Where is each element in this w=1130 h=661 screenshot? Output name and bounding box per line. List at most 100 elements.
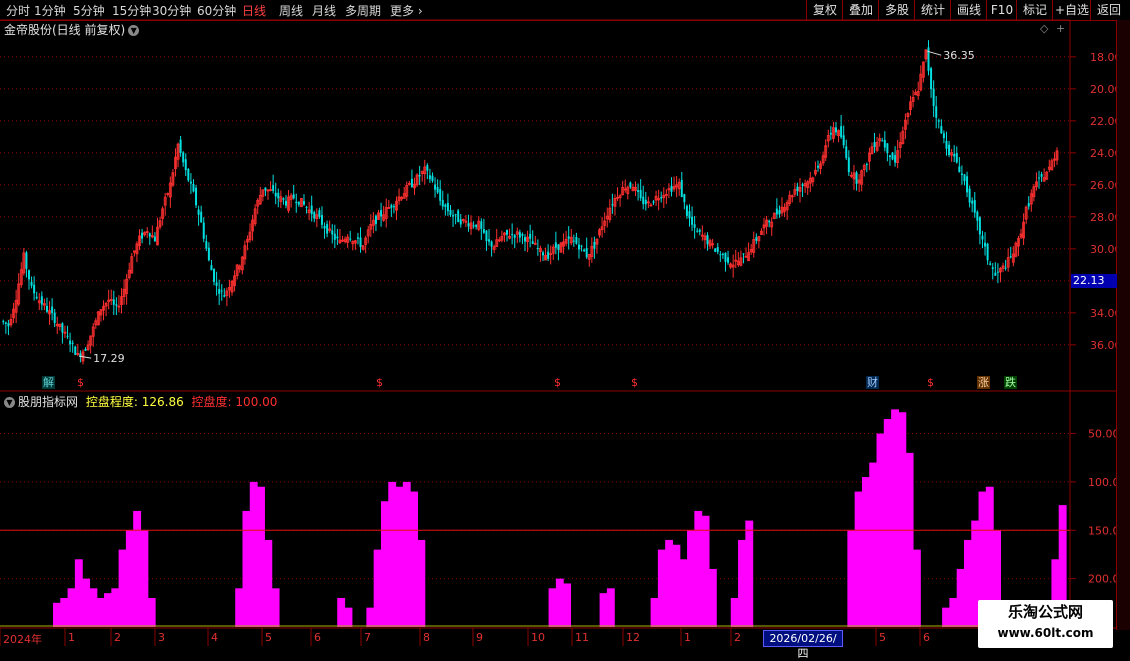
candle-body-down — [454, 214, 457, 216]
candle-body-down — [865, 164, 868, 166]
chart-canvas[interactable]: 36.0034.0032.0030.0028.0026.0024.0022.00… — [0, 0, 1130, 650]
candle-body-down — [894, 155, 897, 163]
candle-body-down — [485, 230, 488, 242]
candle-body-down — [25, 252, 28, 269]
candle-body-down — [693, 224, 696, 228]
candle-body-down — [380, 210, 383, 217]
candle-body-down — [331, 230, 334, 235]
indicator-bar — [548, 588, 557, 627]
event-marker-8[interactable]: 跌 — [1004, 376, 1017, 389]
candle-body-down — [971, 200, 974, 204]
indicator-line1-label: 控盘程度: — [85, 395, 138, 409]
indicator-bar — [942, 607, 950, 627]
indicator-bar — [665, 539, 674, 627]
candle-body-down — [842, 135, 845, 146]
candle-body-down — [660, 196, 663, 199]
candle-body-down — [284, 200, 287, 206]
candle-body-down — [444, 204, 447, 207]
indicator-bar — [694, 510, 703, 627]
candle-body-down — [688, 211, 691, 219]
candle-body-down — [968, 188, 971, 203]
indicator-tick-label: 150.0 — [1088, 524, 1120, 537]
event-marker-1[interactable]: $ — [76, 376, 85, 389]
candle-body-down — [855, 172, 858, 184]
chevron-down-icon[interactable]: ▼ — [4, 397, 15, 408]
candle-body-down — [84, 349, 87, 351]
candle-body-down — [320, 215, 323, 225]
indicator-line1-value: 126.86 — [141, 395, 184, 409]
event-marker-6[interactable]: $ — [926, 376, 935, 389]
candle-body-down — [207, 247, 210, 261]
candle-body-down — [392, 206, 395, 208]
candle-body-down — [670, 185, 673, 192]
candle-body-down — [955, 152, 958, 163]
indicator-bar — [891, 409, 899, 627]
candle-body-down — [966, 176, 969, 193]
candle-body-down — [446, 202, 449, 212]
candle-body-down — [531, 241, 534, 244]
candle-body-down — [439, 189, 442, 201]
candle-body-down — [374, 215, 377, 224]
candle-body-down — [356, 237, 359, 239]
candle-body-down — [141, 232, 144, 239]
candle-body-down — [572, 240, 575, 242]
candle-body-down — [755, 237, 758, 241]
date-label-7: 7 — [364, 631, 371, 644]
candle-body-down — [611, 204, 614, 206]
candle-body-down — [197, 209, 200, 215]
candle-body-down — [418, 174, 421, 177]
indicator-bar — [657, 549, 666, 627]
candle-body-down — [652, 201, 655, 203]
indicator-bar — [650, 597, 659, 627]
candle-body-down — [1038, 177, 1041, 179]
candle-body-down — [459, 219, 462, 225]
event-marker-0[interactable]: 解 — [42, 376, 55, 389]
indicator-tick-label: 100.0 — [1088, 476, 1120, 489]
candle-body-down — [696, 230, 699, 232]
event-marker-3[interactable]: $ — [553, 376, 562, 389]
indicator-tick-label: 50.00 — [1088, 428, 1120, 441]
watermark-logo: 乐淘公式网 www.60lt.com — [978, 600, 1113, 648]
candle-body-down — [318, 210, 321, 217]
candle-body-down — [536, 247, 539, 249]
candle-body-down — [112, 299, 115, 305]
candle-body-down — [390, 205, 393, 208]
indicator-bar — [687, 530, 695, 627]
candle-body-down — [115, 304, 118, 306]
candle-body-down — [431, 175, 434, 182]
candle-body-down — [1027, 203, 1030, 207]
candle-body-down — [577, 244, 580, 250]
candle-body-down — [845, 146, 848, 158]
candle-body-down — [940, 126, 943, 134]
candle-body-down — [313, 212, 316, 219]
candle-body-down — [958, 166, 961, 173]
indicator-bar — [366, 607, 375, 627]
event-marker-5[interactable]: 财 — [866, 376, 879, 389]
right-side-strip[interactable] — [1116, 20, 1130, 630]
candle-body-down — [963, 174, 966, 182]
candle-body-down — [840, 126, 843, 138]
candle-body-down — [575, 236, 578, 244]
candle-body-down — [1004, 267, 1007, 269]
indicator-bar — [74, 559, 83, 627]
candle-body-down — [45, 305, 48, 312]
indicator-bar — [257, 486, 265, 627]
candle-body-down — [61, 323, 64, 333]
event-marker-2[interactable]: $ — [375, 376, 384, 389]
candle-body-down — [410, 178, 413, 188]
candle-body-down — [292, 194, 295, 199]
candle-body-down — [333, 233, 336, 240]
event-marker-7[interactable]: 涨 — [977, 376, 990, 389]
indicator-bar — [679, 559, 688, 627]
indicator-bar — [402, 481, 411, 627]
candle-body-down — [1040, 174, 1043, 177]
candle-body-down — [585, 248, 588, 258]
candle-body-down — [426, 165, 429, 171]
event-marker-4[interactable]: $ — [630, 376, 639, 389]
candle-body-down — [644, 199, 647, 205]
date-label-0: 2024年 — [3, 633, 42, 646]
indicator-bar — [125, 530, 134, 627]
candle-body-down — [953, 154, 956, 157]
candle-body-down — [847, 157, 850, 173]
date-label-12: 12 — [626, 631, 640, 644]
